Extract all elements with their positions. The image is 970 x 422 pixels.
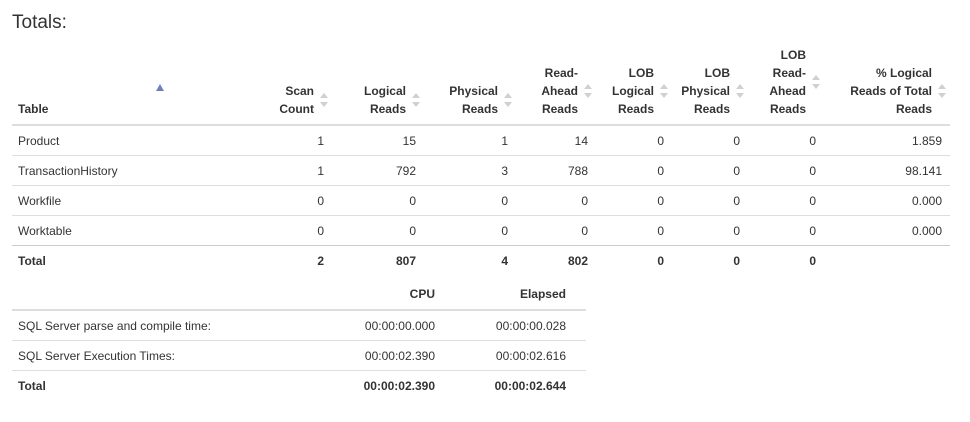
io-statistics-body: Product 1 15 1 14 0 0 0 1.859 Transactio… [12, 124, 950, 275]
cell-logical-reads: 0 [332, 185, 424, 216]
table-row: SQL Server parse and compile time: 00:00… [12, 309, 586, 341]
column-header-elapsed: Elapsed [455, 286, 586, 311]
column-label: Logical Reads [363, 84, 406, 116]
cell-total-scan-count: 2 [232, 245, 332, 275]
cell-read-ahead-reads: 788 [516, 155, 596, 186]
cell-total-cpu: 00:00:02.390 [324, 370, 455, 400]
cell-table-name: Workfile [12, 185, 232, 216]
table-row: Worktable 0 0 0 0 0 0 0 0.000 [12, 215, 950, 246]
cell-time-label: SQL Server Execution Times: [12, 340, 324, 371]
column-header-lob-read-ahead-reads[interactable]: LOB Read-Ahead Reads [748, 46, 824, 126]
cell-physical-reads: 0 [424, 215, 516, 246]
cell-pct-logical-reads: 1.859 [824, 124, 950, 156]
sort-both-icon [320, 93, 328, 107]
table-row: Workfile 0 0 0 0 0 0 0 0.000 [12, 185, 950, 216]
column-header-logical-reads[interactable]: Logical Reads [332, 46, 424, 126]
cell-lob-read-ahead-reads: 0 [748, 124, 824, 156]
column-label: Read-Ahead Reads [541, 66, 578, 116]
cell-table-name: Product [12, 124, 232, 156]
column-label: % Logical Reads of Total Reads [850, 66, 932, 116]
cell-lob-logical-reads: 0 [596, 155, 672, 186]
totals-heading: Totals: [12, 12, 67, 33]
cell-lob-physical-reads: 0 [672, 124, 748, 156]
cell-pct-logical-reads: 98.141 [824, 155, 950, 186]
cell-total-pct-logical-reads [824, 245, 950, 275]
total-row: Total 00:00:02.390 00:00:02.644 [12, 370, 586, 400]
cell-lob-read-ahead-reads: 0 [748, 155, 824, 186]
time-statistics-body: SQL Server parse and compile time: 00:00… [12, 309, 586, 400]
cell-lob-physical-reads: 0 [672, 215, 748, 246]
io-statistics-table: Table Scan Count Logical Reads Physical … [12, 46, 950, 275]
column-header-scan-count[interactable]: Scan Count [232, 46, 332, 126]
cell-elapsed: 00:00:00.028 [455, 309, 586, 341]
cell-total-physical-reads: 4 [424, 245, 516, 275]
sort-both-icon [736, 84, 744, 98]
cell-lob-logical-reads: 0 [596, 215, 672, 246]
column-header-table[interactable]: Table [12, 46, 232, 126]
sort-both-icon [584, 84, 592, 98]
column-label-table: Table [18, 102, 49, 116]
cell-table-name: Worktable [12, 215, 232, 246]
cell-pct-logical-reads: 0.000 [824, 215, 950, 246]
sort-both-icon [412, 93, 420, 107]
cell-physical-reads: 0 [424, 185, 516, 216]
header-row: Table Scan Count Logical Reads Physical … [12, 46, 950, 126]
cell-scan-count: 1 [232, 124, 332, 156]
header-row: CPU Elapsed [12, 286, 586, 311]
cell-total-label: Total [12, 245, 232, 275]
sort-both-icon [938, 84, 946, 98]
cell-lob-physical-reads: 0 [672, 185, 748, 216]
cell-lob-read-ahead-reads: 0 [748, 185, 824, 216]
cell-scan-count: 1 [232, 155, 332, 186]
column-label: LOB Physical Reads [681, 66, 730, 116]
table-row: Product 1 15 1 14 0 0 0 1.859 [12, 124, 950, 156]
cell-total-elapsed: 00:00:02.644 [455, 370, 586, 400]
cell-read-ahead-reads: 0 [516, 215, 596, 246]
cell-cpu: 00:00:02.390 [324, 340, 455, 371]
sort-ascending-icon[interactable] [156, 78, 164, 91]
cell-pct-logical-reads: 0.000 [824, 185, 950, 216]
cell-lob-physical-reads: 0 [672, 155, 748, 186]
sort-both-icon [504, 93, 512, 107]
column-header-read-ahead-reads[interactable]: Read-Ahead Reads [516, 46, 596, 126]
column-label: LOB Logical Reads [611, 66, 654, 116]
cell-scan-count: 0 [232, 215, 332, 246]
cell-read-ahead-reads: 0 [516, 185, 596, 216]
column-header-lob-physical-reads[interactable]: LOB Physical Reads [672, 46, 748, 126]
column-header-empty [12, 286, 324, 311]
column-label: Scan Count [279, 84, 314, 116]
cell-lob-logical-reads: 0 [596, 124, 672, 156]
cell-scan-count: 0 [232, 185, 332, 216]
sort-both-icon [812, 75, 820, 89]
cell-logical-reads: 15 [332, 124, 424, 156]
cell-total-lob-logical-reads: 0 [596, 245, 672, 275]
cell-logical-reads: 792 [332, 155, 424, 186]
total-row: Total 2 807 4 802 0 0 0 [12, 245, 950, 275]
cell-cpu: 00:00:00.000 [324, 309, 455, 341]
cell-lob-read-ahead-reads: 0 [748, 215, 824, 246]
cell-physical-reads: 1 [424, 124, 516, 156]
column-header-cpu: CPU [324, 286, 455, 311]
cell-time-label: SQL Server parse and compile time: [12, 309, 324, 341]
sort-both-icon [660, 84, 668, 98]
cell-total-read-ahead-reads: 802 [516, 245, 596, 275]
column-header-pct-logical-reads[interactable]: % Logical Reads of Total Reads [824, 46, 950, 126]
cell-total-logical-reads: 807 [332, 245, 424, 275]
cell-total-label: Total [12, 370, 324, 400]
cell-table-name: TransactionHistory [12, 155, 232, 186]
cell-total-lob-read-ahead-reads: 0 [748, 245, 824, 275]
column-label: Physical Reads [449, 84, 498, 116]
cell-elapsed: 00:00:02.616 [455, 340, 586, 371]
cell-read-ahead-reads: 14 [516, 124, 596, 156]
cell-physical-reads: 3 [424, 155, 516, 186]
cell-logical-reads: 0 [332, 215, 424, 246]
column-label: LOB Read-Ahead Reads [769, 48, 806, 116]
column-header-lob-logical-reads[interactable]: LOB Logical Reads [596, 46, 672, 126]
table-row: SQL Server Execution Times: 00:00:02.390… [12, 340, 586, 371]
column-header-physical-reads[interactable]: Physical Reads [424, 46, 516, 126]
table-row: TransactionHistory 1 792 3 788 0 0 0 98.… [12, 155, 950, 186]
cell-lob-logical-reads: 0 [596, 185, 672, 216]
time-statistics-table: CPU Elapsed SQL Server parse and compile… [12, 286, 586, 400]
cell-total-lob-physical-reads: 0 [672, 245, 748, 275]
